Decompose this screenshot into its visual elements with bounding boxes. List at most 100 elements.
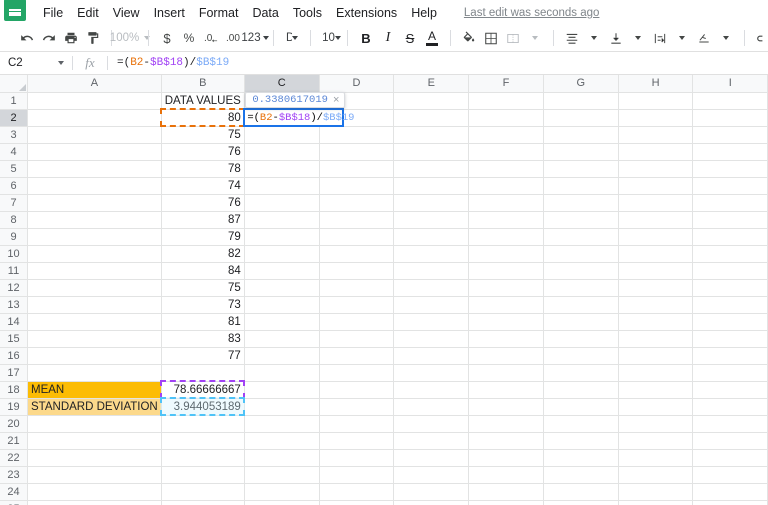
cell-B20[interactable] (161, 415, 245, 433)
cell-B12[interactable]: 75 (161, 279, 245, 297)
cell-D3[interactable] (319, 126, 395, 144)
currency-format-button[interactable]: $ (156, 27, 178, 49)
undo-icon[interactable] (16, 27, 38, 49)
row-header-2[interactable]: 2 (0, 109, 29, 127)
cell-H6[interactable] (618, 177, 694, 195)
cell-D18[interactable] (319, 381, 395, 399)
cell-D17[interactable] (319, 364, 395, 382)
cell-G14[interactable] (543, 313, 619, 331)
cell-H24[interactable] (618, 483, 694, 501)
cell-D9[interactable] (319, 228, 395, 246)
paint-format-icon[interactable] (82, 27, 104, 49)
cell-E8[interactable] (393, 211, 470, 229)
cell-F11[interactable] (468, 262, 544, 280)
column-header-e[interactable]: E (393, 75, 470, 93)
cell-D19[interactable] (319, 398, 395, 416)
cell-D16[interactable] (319, 347, 395, 365)
cell-D25[interactable] (319, 500, 395, 505)
cell-A21[interactable] (27, 432, 162, 450)
text-wrap-icon[interactable] (649, 27, 671, 49)
cell-C21[interactable] (244, 432, 320, 450)
row-header-18[interactable]: 18 (0, 381, 29, 399)
cell-H1[interactable] (618, 92, 694, 110)
cell-A13[interactable] (27, 296, 162, 314)
cell-D4[interactable] (319, 143, 395, 161)
select-all-corner[interactable] (0, 75, 29, 93)
cell-I16[interactable] (692, 347, 768, 365)
horizontal-align-icon[interactable] (561, 27, 583, 49)
cell-H14[interactable] (618, 313, 694, 331)
cell-A4[interactable] (27, 143, 162, 161)
name-box[interactable]: C2 (0, 52, 72, 74)
cell-F22[interactable] (468, 449, 544, 467)
cell-F14[interactable] (468, 313, 544, 331)
row-header-20[interactable]: 20 (0, 415, 29, 433)
cell-F15[interactable] (468, 330, 544, 348)
column-header-g[interactable]: G (543, 75, 619, 93)
cell-F16[interactable] (468, 347, 544, 365)
menu-item-help[interactable]: Help (404, 3, 444, 23)
row-header-5[interactable]: 5 (0, 160, 29, 178)
row-header-22[interactable]: 22 (0, 449, 29, 467)
cell-E20[interactable] (393, 415, 470, 433)
cell-G21[interactable] (543, 432, 619, 450)
column-header-c[interactable]: C (244, 75, 320, 93)
cell-B21[interactable] (161, 432, 245, 450)
cell-H16[interactable] (618, 347, 694, 365)
cell-H21[interactable] (618, 432, 694, 450)
row-header-16[interactable]: 16 (0, 347, 29, 365)
cell-B17[interactable] (161, 364, 245, 382)
cell-D13[interactable] (319, 296, 395, 314)
cell-G1[interactable] (543, 92, 619, 110)
text-color-button[interactable]: A (421, 27, 443, 49)
cell-E23[interactable] (393, 466, 470, 484)
column-header-b[interactable]: B (161, 75, 245, 93)
cell-G23[interactable] (543, 466, 619, 484)
cell-H19[interactable] (618, 398, 694, 416)
cell-I22[interactable] (692, 449, 768, 467)
cell-D7[interactable] (319, 194, 395, 212)
cell-G12[interactable] (543, 279, 619, 297)
cell-I1[interactable] (692, 92, 768, 110)
cell-D10[interactable] (319, 245, 395, 263)
cell-I21[interactable] (692, 432, 768, 450)
cell-A16[interactable] (27, 347, 162, 365)
cell-F6[interactable] (468, 177, 544, 195)
cell-C3[interactable] (244, 126, 320, 144)
cell-D22[interactable] (319, 449, 395, 467)
cell-B11[interactable]: 84 (161, 262, 245, 280)
cell-A6[interactable] (27, 177, 162, 195)
strikethrough-button[interactable]: S (399, 27, 421, 49)
cell-F2[interactable] (468, 109, 544, 127)
merge-cells-dropdown[interactable] (524, 27, 546, 49)
cell-G19[interactable] (543, 398, 619, 416)
cell-B16[interactable]: 77 (161, 347, 245, 365)
cell-G5[interactable] (543, 160, 619, 178)
fill-color-icon[interactable] (458, 27, 480, 49)
cell-B19[interactable]: 3.944053189 (161, 398, 245, 416)
font-family-selector[interactable]: Default (Ari... (281, 28, 303, 48)
cell-F4[interactable] (468, 143, 544, 161)
row-header-1[interactable]: 1 (0, 92, 29, 110)
cell-H15[interactable] (618, 330, 694, 348)
cell-C25[interactable] (244, 500, 320, 505)
cell-I20[interactable] (692, 415, 768, 433)
cell-C22[interactable] (244, 449, 320, 467)
cell-E6[interactable] (393, 177, 470, 195)
row-header-6[interactable]: 6 (0, 177, 29, 195)
cell-A22[interactable] (27, 449, 162, 467)
cell-G7[interactable] (543, 194, 619, 212)
vertical-align-dropdown[interactable] (627, 27, 649, 49)
borders-icon[interactable] (480, 27, 502, 49)
cell-F10[interactable] (468, 245, 544, 263)
row-header-24[interactable]: 24 (0, 483, 29, 501)
cell-E1[interactable] (393, 92, 470, 110)
cell-D12[interactable] (319, 279, 395, 297)
cell-D5[interactable] (319, 160, 395, 178)
row-header-17[interactable]: 17 (0, 364, 29, 382)
cell-A8[interactable] (27, 211, 162, 229)
cell-G15[interactable] (543, 330, 619, 348)
cell-A23[interactable] (27, 466, 162, 484)
cell-B24[interactable] (161, 483, 245, 501)
vertical-align-icon[interactable] (605, 27, 627, 49)
